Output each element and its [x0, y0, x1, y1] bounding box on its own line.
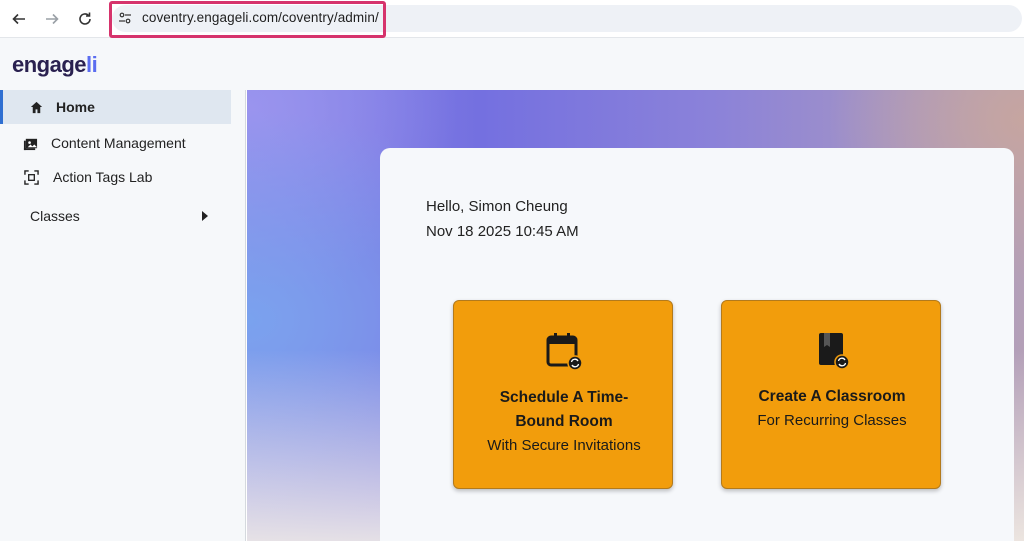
forward-button[interactable]	[41, 8, 63, 30]
create-classroom-card[interactable]: Create A Classroom For Recurring Classes	[721, 300, 941, 489]
schedule-room-card[interactable]: Schedule A Time- Bound Room With Secure …	[453, 300, 673, 489]
book-sync-icon	[819, 333, 850, 370]
sidebar-item-label: Action Tags Lab	[53, 169, 153, 185]
sidebar: Home Content Management Action Tags Lab …	[0, 90, 246, 541]
card-title: Schedule A Time-	[499, 389, 629, 406]
arrow-left-icon	[12, 13, 25, 25]
reload-button[interactable]	[74, 8, 96, 30]
card-title: Create A Classroom	[758, 388, 906, 405]
welcome-card: Hello, Simon Cheung Nov 18 2025 10:45 AM…	[380, 148, 1014, 541]
datetime-text: Nov 18 2025 10:45 AM	[426, 223, 579, 240]
card-title: Bound Room	[515, 413, 613, 430]
sidebar-item-action-tags-lab[interactable]: Action Tags Lab	[0, 160, 231, 194]
back-button[interactable]	[8, 8, 30, 30]
card-subtitle: For Recurring Classes	[757, 412, 907, 429]
calendar-sync-icon	[546, 333, 583, 371]
arrow-right-icon	[46, 13, 59, 25]
sidebar-item-label: Home	[56, 99, 95, 115]
home-icon	[28, 99, 44, 115]
app-header: engageli	[0, 38, 1024, 90]
browser-toolbar: coventry.engageli.com/coventry/admin/	[0, 0, 1024, 38]
caret-right-icon[interactable]	[200, 210, 210, 222]
sidebar-item-label: Content Management	[51, 135, 186, 151]
card-subtitle: With Secure Invitations	[487, 437, 641, 454]
engageli-logo[interactable]: engageli	[12, 52, 98, 78]
sidebar-item-label: Classes	[30, 208, 80, 224]
sidebar-item-home[interactable]: Home	[0, 90, 231, 124]
tag-scan-icon	[23, 169, 39, 185]
url-highlight-box	[109, 1, 386, 38]
sidebar-item-content-management[interactable]: Content Management	[0, 126, 231, 160]
reload-icon	[79, 12, 91, 25]
media-library-icon	[22, 135, 38, 151]
main-content: Hello, Simon Cheung Nov 18 2025 10:45 AM…	[247, 90, 1024, 541]
sidebar-item-classes[interactable]: Classes	[0, 199, 231, 233]
greeting-text: Hello, Simon Cheung	[426, 198, 568, 215]
